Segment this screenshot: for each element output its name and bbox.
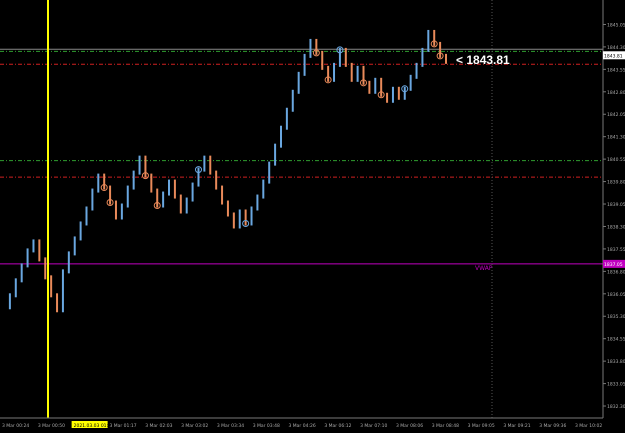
vwap-tag-label: 1837.05: [604, 262, 623, 268]
y-tick-label: 1841.30: [607, 135, 625, 141]
y-tick-label: 1842.80: [607, 90, 625, 96]
y-tick-label: 1843.55: [607, 67, 625, 73]
x-tick-label: 3 Mar 03:34: [217, 423, 244, 429]
y-tick-label: 1839.05: [607, 202, 625, 208]
chart-background: [0, 0, 625, 433]
current-price-callout: < 1843.81: [456, 53, 510, 67]
x-tick-label: 3 Mar 08:48: [432, 423, 459, 429]
x-tick-label: 3 Mar 09:21: [503, 423, 530, 429]
y-tick-label: 1836.05: [607, 292, 625, 298]
y-tick-label: 1838.30: [607, 224, 625, 230]
x-tick-label: 3 Mar 09:05: [468, 423, 495, 429]
x-tick-label: 3 Mar 08:06: [396, 423, 423, 429]
y-tick-label: 1837.55: [607, 247, 625, 253]
x-tick-label: 3 Mar 00:24: [2, 423, 29, 429]
chart-canvas[interactable]: VWAP 1845.05 1844.30 1843.55 1842.80 1842.05 1…: [0, 0, 625, 433]
y-tick-label: 1835.30: [607, 314, 625, 320]
y-tick-label: 1842.05: [607, 112, 625, 118]
current-price-tag-label: 1843.81: [604, 53, 623, 59]
y-tick-label: 1839.80: [607, 180, 625, 186]
y-tick-label: 1834.55: [607, 337, 625, 343]
x-tick-label: 3 Mar 04:26: [289, 423, 316, 429]
y-tick-label: 1833.80: [607, 359, 625, 365]
x-tick-label: 3 Mar 10:02: [575, 423, 602, 429]
y-tick-label: 1833.05: [607, 382, 625, 388]
x-tick-label: 3 Mar 09:36: [539, 423, 566, 429]
x-tick-label: 3 Mar 00:50: [38, 423, 65, 429]
x-tick-label: 3 Mar 03:02: [181, 423, 208, 429]
y-tick-label: 1840.55: [607, 157, 625, 163]
x-tick-label: 3 Mar 03:48: [253, 423, 280, 429]
x-tick-label: 3 Mar 01:17: [109, 423, 136, 429]
y-tick-label: 1844.30: [607, 45, 625, 51]
x-tick-label: 3 Mar 06:12: [324, 423, 351, 429]
y-tick-label: 1832.30: [607, 404, 625, 410]
y-tick-label: 1836.80: [607, 269, 625, 275]
x-tick-label: 3 Mar 07:10: [360, 423, 387, 429]
vwap-label: VWAP: [475, 265, 493, 272]
y-tick-label: 1845.05: [607, 22, 625, 28]
y-axis-area: [603, 0, 625, 433]
x-tick-label: 3 Mar 02:03: [145, 423, 172, 429]
x-tick-label: 2021.03.03 01:03: [74, 423, 114, 429]
price-chart[interactable]: VWAP 1845.05 1844.30 1843.55 1842.80 1842.05 1…: [0, 0, 625, 433]
